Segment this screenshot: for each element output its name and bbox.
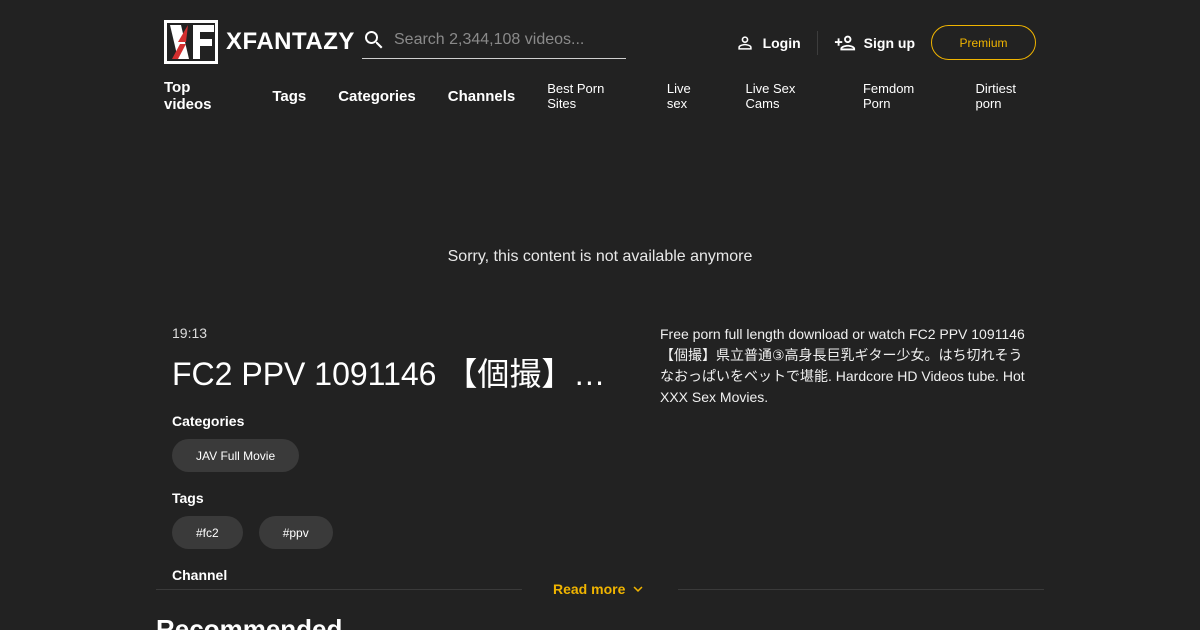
readmore-divider-left [156,589,522,590]
premium-button[interactable]: Premium [931,25,1036,60]
tags-list: #fc2 #ppv [172,516,632,549]
content-unavailable-message: Sorry, this content is not available any… [447,248,753,265]
categories-label: Categories [172,413,245,429]
nav-femdom-porn[interactable]: Femdom Porn [863,81,944,111]
search-bar [362,22,626,59]
tag-chip[interactable]: #ppv [258,516,333,549]
nav-tags[interactable]: Tags [272,88,306,105]
video-description: Free porn full length download or watch … [660,326,1025,405]
user-icon [737,35,752,50]
read-more-label: Read more [553,581,626,597]
site-header: XFANTAZY Login Sign up Premium [164,20,1036,64]
auth-controls: Login Sign up Premium [735,25,1036,60]
site-logo[interactable]: XFANTAZY [164,20,355,64]
search-icon[interactable] [362,28,386,52]
recommended-heading: Recommended [156,614,343,630]
signup-label: Sign up [863,34,915,51]
add-user-icon [834,35,855,50]
signup-button[interactable]: Sign up [834,32,915,54]
auth-divider [816,30,818,55]
chevron-down-icon [633,586,643,592]
video-duration: 19:13 [172,325,208,341]
readmore-divider-right [678,589,1044,590]
logo-text: XFANTAZY [226,28,355,55]
nav-best-porn-sites[interactable]: Best Porn Sites [547,81,635,111]
video-title: FC2 PPV 1091146 【個撮】県立普通③高身長巨乳ギター少女。はち切れ… [172,356,628,392]
read-more-button[interactable]: Read more [553,579,647,599]
tag-chip[interactable]: #fc2 [172,516,243,549]
nav-live-sex-cams[interactable]: Live Sex Cams [746,81,831,111]
categories-list: JAV Full Movie [172,439,632,472]
search-input[interactable] [394,31,614,49]
nav-dirtiest-porn[interactable]: Dirtiest porn [976,81,1045,111]
main-nav: Top videos Tags Categories Channels Best… [164,79,1045,113]
nav-live-sex[interactable]: Live sex [667,81,714,111]
nav-channels[interactable]: Channels [448,88,516,105]
category-chip[interactable]: JAV Full Movie [172,439,300,472]
login-label: Login [762,34,801,51]
video-info: 19:13 FC2 PPV 1091146 【個撮】県立普通③高身長巨乳ギター少… [172,325,632,583]
xfantazy-logo-icon [164,20,218,64]
nav-top-videos[interactable]: Top videos [164,79,240,113]
login-button[interactable]: Login [735,33,801,53]
nav-categories[interactable]: Categories [338,88,416,105]
tags-label: Tags [172,490,204,506]
